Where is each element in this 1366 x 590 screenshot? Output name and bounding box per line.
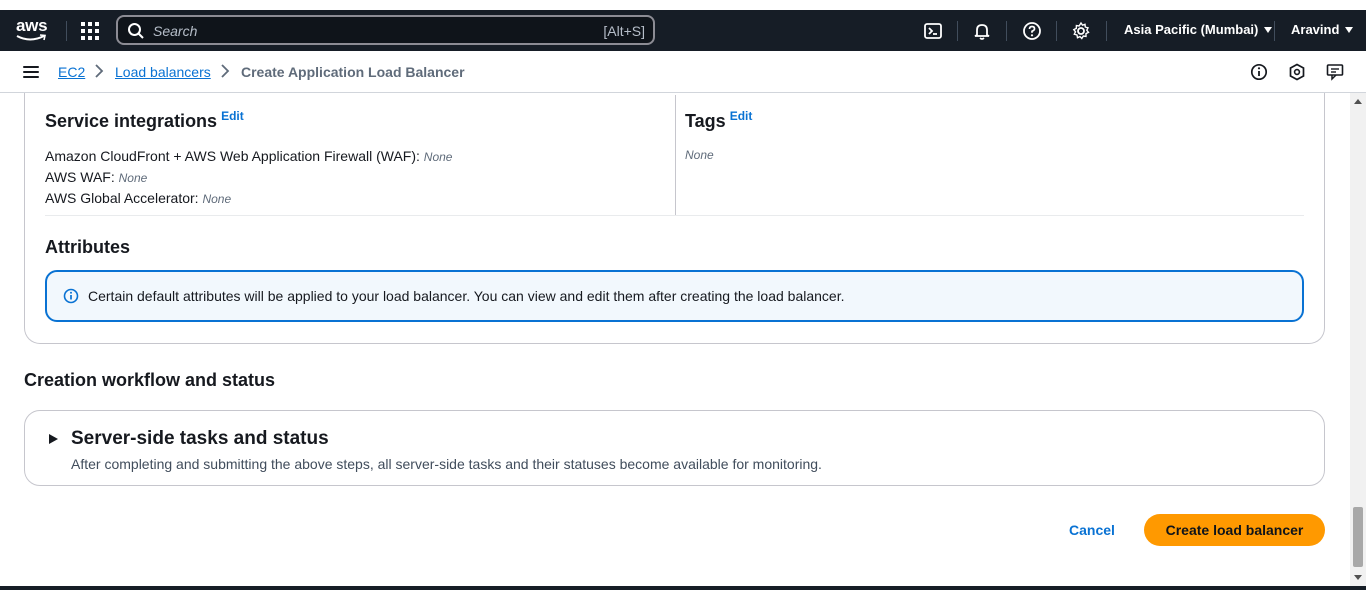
chevron-right-icon bbox=[95, 64, 104, 78]
chevron-right-icon bbox=[221, 64, 230, 78]
region-selector[interactable]: Asia Pacific (Mumbai) bbox=[1124, 22, 1273, 37]
caret-right-icon bbox=[49, 434, 58, 444]
nav-separator bbox=[1006, 21, 1007, 41]
expander-title: Server-side tasks and status bbox=[71, 428, 329, 449]
aws-logo[interactable]: aws bbox=[16, 17, 50, 45]
attributes-info-text: Certain default attributes will be appli… bbox=[88, 288, 845, 304]
bell-icon[interactable] bbox=[972, 21, 992, 41]
browser-top-strip bbox=[0, 0, 1366, 10]
nav-separator bbox=[1106, 21, 1107, 41]
integration-label: AWS WAF: bbox=[45, 169, 115, 185]
integration-row: Amazon CloudFront + AWS Web Application … bbox=[45, 146, 452, 167]
tags-heading: Tags bbox=[685, 111, 726, 131]
integration-label: Amazon CloudFront + AWS Web Application … bbox=[45, 148, 420, 164]
integration-label: AWS Global Accelerator: bbox=[45, 190, 199, 206]
scroll-up-arrow-icon[interactable] bbox=[1354, 99, 1362, 104]
service-integrations-heading: Service integrations bbox=[45, 111, 218, 131]
creation-workflow-heading: Creation workflow and status bbox=[24, 370, 276, 390]
breadcrumb-current: Create Application Load Balancer bbox=[241, 64, 465, 80]
taskbar-edge bbox=[0, 586, 1366, 590]
tags-edit-link[interactable]: Edit bbox=[730, 109, 753, 123]
help-icon[interactable] bbox=[1022, 21, 1042, 41]
search-input[interactable]: Search [Alt+S] bbox=[116, 15, 655, 45]
create-load-balancer-button[interactable]: Create load balancer bbox=[1144, 514, 1325, 546]
gear-icon[interactable] bbox=[1071, 21, 1091, 41]
integration-value: None bbox=[118, 171, 148, 185]
services-grid-icon[interactable] bbox=[80, 21, 100, 41]
breadcrumb-load-balancers[interactable]: Load balancers bbox=[115, 64, 211, 80]
integration-value: None bbox=[423, 150, 453, 164]
aws-smile-icon bbox=[16, 34, 46, 41]
region-label: Asia Pacific (Mumbai) bbox=[1124, 22, 1259, 37]
attributes-info-alert: Certain default attributes will be appli… bbox=[45, 270, 1304, 322]
chevron-down-icon bbox=[1345, 27, 1354, 33]
review-summary-panel: Service integrations Edit Amazon CloudFro… bbox=[24, 93, 1325, 344]
breadcrumb-ec2[interactable]: EC2 bbox=[58, 64, 85, 80]
service-integrations-section: Service integrations Edit Amazon CloudFro… bbox=[45, 109, 452, 209]
info-icon bbox=[63, 288, 79, 304]
search-placeholder: Search bbox=[153, 23, 198, 39]
breadcrumb-bar: EC2 Load balancers Create Application Lo… bbox=[0, 51, 1366, 93]
cancel-button[interactable]: Cancel bbox=[1058, 514, 1126, 546]
feedback-icon[interactable] bbox=[1326, 63, 1344, 81]
tags-section: Tags Edit None bbox=[685, 109, 752, 165]
expander-description: After completing and submitting the abov… bbox=[71, 456, 822, 472]
scrollbar-thumb[interactable] bbox=[1353, 507, 1363, 567]
main-content: Service integrations Edit Amazon CloudFro… bbox=[0, 93, 1350, 586]
aws-top-navigation: aws Search [Alt+S] Asia Pacific (Mumbai)… bbox=[0, 10, 1366, 51]
search-shortcut: [Alt+S] bbox=[603, 23, 645, 39]
tags-value: None bbox=[685, 148, 714, 162]
menu-icon[interactable] bbox=[23, 66, 39, 78]
account-menu[interactable]: Aravind bbox=[1291, 22, 1354, 37]
integration-row: AWS WAF: None bbox=[45, 167, 452, 188]
nav-separator bbox=[957, 21, 958, 41]
attributes-heading: Attributes bbox=[45, 237, 130, 257]
column-divider bbox=[675, 95, 676, 215]
integration-value: None bbox=[202, 192, 232, 206]
nav-separator bbox=[66, 21, 67, 41]
integration-row: AWS Global Accelerator: None bbox=[45, 188, 452, 209]
notifications-shield-icon[interactable] bbox=[1288, 63, 1306, 81]
chevron-down-icon bbox=[1264, 27, 1273, 33]
server-side-tasks-expander[interactable]: Server-side tasks and status After compl… bbox=[24, 410, 1325, 486]
search-icon bbox=[128, 23, 144, 39]
user-name: Aravind bbox=[1291, 22, 1340, 37]
scroll-down-arrow-icon[interactable] bbox=[1354, 575, 1362, 580]
section-divider bbox=[45, 215, 1304, 216]
nav-separator bbox=[1056, 21, 1057, 41]
cloudshell-icon[interactable] bbox=[923, 21, 943, 41]
info-icon[interactable] bbox=[1250, 63, 1268, 81]
nav-separator bbox=[1274, 21, 1275, 41]
page-scrollbar[interactable] bbox=[1350, 93, 1366, 586]
aws-logo-text: aws bbox=[16, 16, 48, 35]
service-integrations-edit-link[interactable]: Edit bbox=[221, 109, 244, 123]
